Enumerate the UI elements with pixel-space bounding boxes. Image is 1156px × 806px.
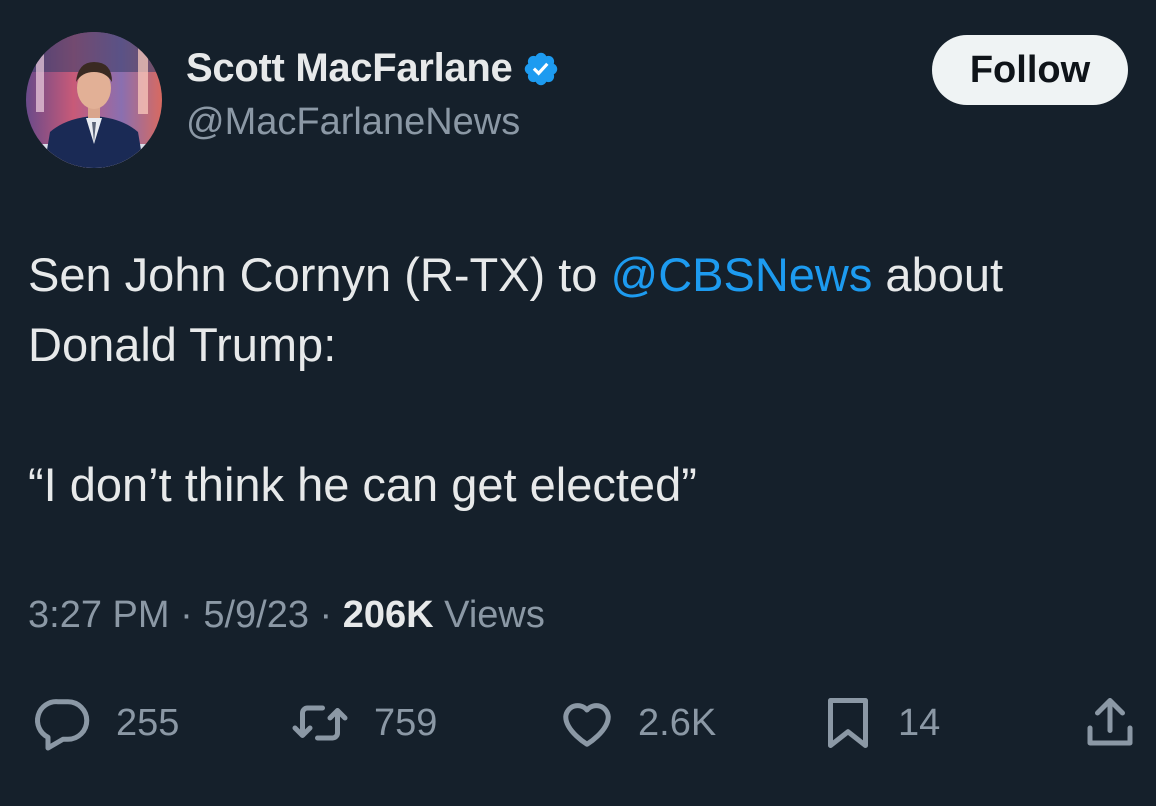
meta-separator: · bbox=[319, 594, 333, 636]
author-name-row: Scott MacFarlane bbox=[186, 46, 560, 91]
author-display-name[interactable]: Scott MacFarlane bbox=[186, 46, 513, 91]
like-button[interactable]: 2.6K bbox=[556, 688, 716, 758]
tweet-text-before: Sen John Cornyn (R-TX) to bbox=[28, 248, 611, 301]
meta-separator: · bbox=[180, 594, 193, 636]
avatar[interactable] bbox=[26, 32, 162, 168]
share-button[interactable] bbox=[1080, 688, 1140, 758]
retweet-icon bbox=[292, 705, 348, 741]
retweet-button[interactable]: 759 bbox=[286, 688, 437, 758]
retweet-count: 759 bbox=[374, 701, 438, 744]
follow-button[interactable]: Follow bbox=[932, 35, 1128, 105]
bookmark-button[interactable]: 14 bbox=[818, 688, 940, 758]
bookmark-icon bbox=[828, 698, 868, 748]
share-icon bbox=[1087, 698, 1133, 746]
reply-count: 255 bbox=[116, 701, 180, 744]
reply-button[interactable]: 255 bbox=[30, 688, 179, 758]
reply-icon bbox=[35, 699, 90, 751]
tweet-date[interactable]: 5/9/23 bbox=[203, 594, 309, 636]
verified-badge-icon bbox=[525, 52, 558, 85]
tweet-quote: “I don’t think he can get elected” bbox=[28, 458, 697, 511]
tweet-text: Sen John Cornyn (R-TX) to @CBSNews about… bbox=[28, 240, 1118, 520]
tweet-line: Sen John Cornyn (R-TX) to @CBSNews about… bbox=[28, 240, 1118, 380]
author-handle[interactable]: @MacFarlaneNews bbox=[186, 101, 520, 144]
tweet-time[interactable]: 3:27 PM bbox=[28, 594, 170, 636]
mention-link[interactable]: @CBSNews bbox=[611, 248, 873, 301]
bookmark-count: 14 bbox=[898, 701, 941, 744]
heart-icon bbox=[563, 703, 611, 747]
avatar-image bbox=[26, 32, 162, 168]
views-label: Views bbox=[444, 594, 545, 636]
like-count: 2.6K bbox=[638, 701, 717, 744]
views-count: 206K bbox=[342, 594, 434, 636]
action-bar: 255 759 2.6K 14 bbox=[0, 688, 1156, 758]
tweet-meta: 3:27 PM · 5/9/23 · 206K Views bbox=[28, 594, 545, 637]
